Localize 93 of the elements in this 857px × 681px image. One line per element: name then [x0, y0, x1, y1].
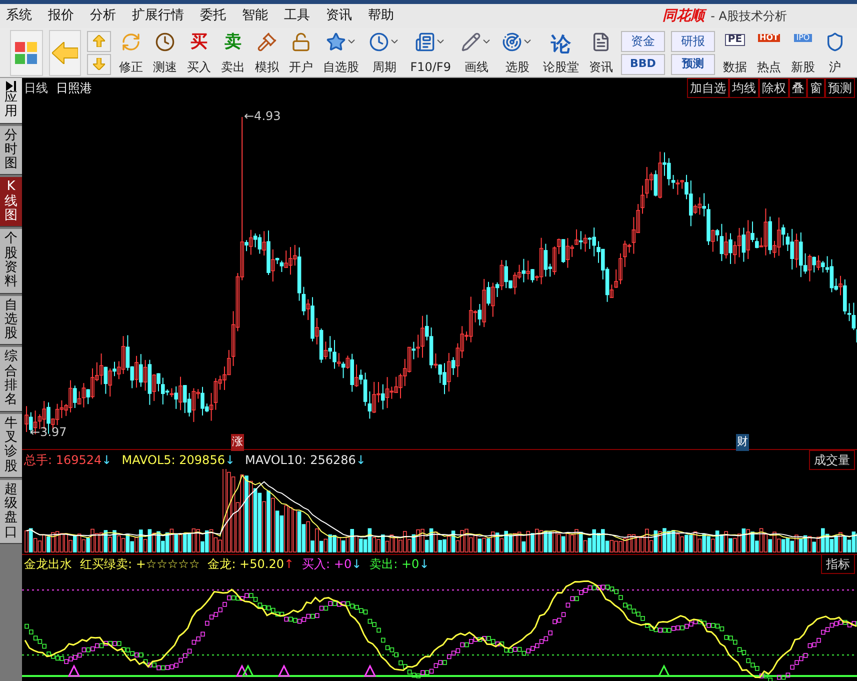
toolbar-button[interactable]: 自选股	[321, 30, 362, 76]
triangle-signal-icon	[658, 664, 670, 677]
menu-item[interactable]: 帮助	[368, 6, 394, 26]
toolbar-button[interactable]	[10, 30, 43, 76]
period-label: 日线	[24, 80, 48, 96]
menu-item[interactable]: 扩展行情	[132, 6, 184, 26]
sidebar-tab[interactable]: 分时图	[0, 126, 22, 176]
toolbar-button[interactable]: 资讯	[586, 30, 615, 76]
toolbar-button[interactable]	[48, 30, 82, 76]
toolbar-button[interactable]: 周期	[367, 30, 402, 76]
toolbar-button[interactable]: PE 数据	[720, 30, 749, 76]
radar-icon	[502, 32, 522, 52]
sidebar-tab[interactable]: 自选股	[0, 296, 22, 346]
sidebar-tab[interactable]: 超级盘口	[0, 480, 22, 544]
left-arrow-icon	[52, 42, 78, 64]
sidebar-tab[interactable]: 牛叉诊股	[0, 414, 22, 478]
chart-button[interactable]: 窗	[807, 78, 825, 98]
menu-item[interactable]: 智能	[242, 6, 268, 26]
sidebar-tab[interactable]: 应用	[0, 78, 22, 124]
chart-button[interactable]: 除权	[759, 78, 789, 98]
toolbar-button[interactable]: 论 论股堂	[540, 30, 581, 76]
toolbar-button[interactable]: 模拟	[253, 30, 282, 76]
refresh-icon	[121, 32, 142, 52]
toolbar-icon: 买	[190, 34, 208, 50]
clock-icon	[155, 32, 176, 52]
chart-button[interactable]: 预测	[825, 78, 855, 98]
newspaper-icon	[415, 32, 436, 52]
color-squares-icon	[15, 42, 38, 64]
event-marker: 涨	[231, 434, 244, 450]
clock-icon	[369, 32, 390, 52]
document-icon	[590, 32, 611, 52]
panel-name: 指标	[821, 554, 855, 574]
toolbar-icon: IPO	[794, 34, 812, 42]
chart-button[interactable]: 均线	[729, 78, 759, 98]
toolbar-button[interactable]: IPO 新股	[788, 30, 817, 76]
sidebar-tab[interactable]: K线图	[0, 177, 22, 228]
indicator-reading: 买入: +0↓	[302, 556, 362, 572]
event-marker: 财	[736, 434, 749, 450]
toolbar-icon: 卖	[224, 34, 242, 50]
chart-button[interactable]: 叠	[789, 78, 807, 98]
gavel-icon	[257, 32, 278, 52]
toolbar-icon: HOT	[758, 34, 780, 42]
toolbar-button[interactable]: 资金	[620, 30, 665, 52]
triangle-signal-icon	[68, 664, 80, 677]
toolbar-button[interactable]: BBD	[620, 54, 665, 74]
triangle-signal-icon	[242, 664, 254, 677]
toolbar-button[interactable]: 修正	[117, 30, 146, 76]
panel-name: 成交量	[809, 450, 855, 470]
toolbar-button[interactable]: F10/F9	[408, 30, 453, 76]
down-arrow-button[interactable]	[87, 54, 112, 74]
menu-item[interactable]: 委托	[200, 6, 226, 26]
toolbar-button[interactable]: 沪	[822, 30, 847, 76]
indicator-reading: 总手: 169524↓	[24, 452, 112, 468]
high-price-label: ←4.93	[244, 108, 281, 125]
menu-item[interactable]: 工具	[284, 6, 310, 26]
low-price-label: ←3.97	[30, 424, 67, 441]
menu-item[interactable]: 资讯	[326, 6, 352, 26]
open-lock-icon	[291, 32, 312, 52]
toolbar-button[interactable]: 预测	[670, 54, 715, 74]
toolbar-button[interactable]: 卖 卖出	[219, 30, 248, 76]
toolbar-button[interactable]: 选股	[500, 30, 535, 76]
triangle-signal-icon	[278, 664, 290, 677]
menu-item[interactable]: 报价	[48, 6, 74, 26]
down-arrow-icon	[93, 58, 106, 70]
indicator-reading: MAVOL10: 256286↓	[245, 452, 366, 468]
toolbar-icon: PE	[724, 34, 746, 46]
toolbar-button[interactable]: 测速	[151, 30, 180, 76]
chart-button[interactable]: 加自选	[687, 78, 729, 98]
toolbar-button[interactable]: 买 买入	[185, 30, 214, 76]
indicator-reading: MAVOL5: 209856↓	[122, 452, 236, 468]
indicator-reading: 金龙出水	[24, 556, 72, 572]
up-arrow-button[interactable]	[87, 30, 112, 52]
app-logo: 同花顺	[662, 6, 705, 26]
toolbar-button[interactable]: 研报	[670, 30, 715, 52]
triangle-signal-icon	[236, 664, 248, 677]
pencil-icon	[460, 32, 481, 52]
indicator-reading: 卖出: +0↓	[370, 556, 430, 572]
toolbar-button[interactable]: HOT 热点	[754, 30, 783, 76]
up-arrow-icon	[93, 35, 106, 47]
toolbar-button[interactable]: 画线	[458, 30, 494, 76]
sidebar-tab[interactable]: 综合排名	[0, 347, 22, 412]
menu-item[interactable]: 分析	[90, 6, 116, 26]
window-title: - A股技术分析	[710, 8, 787, 25]
toolbar-icon: 论	[550, 34, 571, 54]
toolbar-button[interactable]: 开户	[287, 30, 316, 76]
sidebar-tab[interactable]: 个股资料	[0, 229, 22, 294]
stock-name: 日照港	[56, 80, 92, 96]
shield-icon	[824, 32, 845, 52]
play-icon	[6, 81, 16, 91]
menu-item[interactable]: 系统	[6, 6, 32, 26]
indicator-reading: 金龙: +50.20↑	[208, 556, 294, 572]
triangle-signal-icon	[364, 664, 376, 677]
indicator-reading: 红买绿卖: +☆☆☆☆☆	[80, 556, 200, 572]
